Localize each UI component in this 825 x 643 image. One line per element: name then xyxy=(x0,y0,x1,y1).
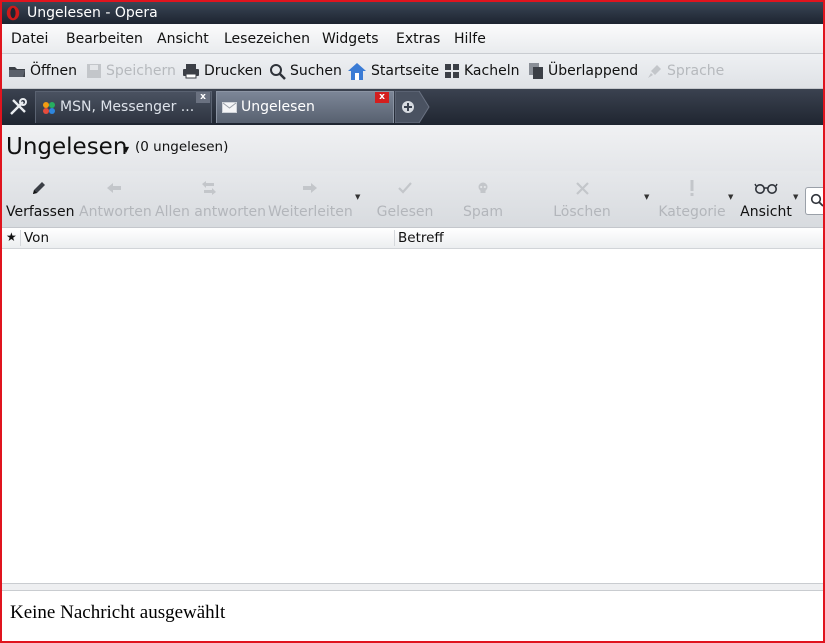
menu-datei[interactable]: Datei xyxy=(11,31,48,47)
cascade-icon xyxy=(529,63,543,79)
view-heading: Ungelesen ▼ (0 ungelesen) xyxy=(2,125,823,171)
house-icon xyxy=(348,62,366,80)
microphone-icon xyxy=(648,65,661,78)
column-divider[interactable] xyxy=(20,230,21,246)
view-options-label: Ansicht xyxy=(740,204,792,220)
mark-read-button[interactable]: Gelesen xyxy=(374,177,436,225)
delete-button[interactable]: Löschen xyxy=(549,177,615,225)
spam-button[interactable]: Spam xyxy=(457,177,509,225)
view-options-dropdown-icon[interactable]: ▼ xyxy=(793,193,798,201)
mail-toolbar: Verfassen Antworten Allen antworten Weit… xyxy=(2,171,823,228)
panel-toggle-button[interactable] xyxy=(4,91,32,123)
open-button[interactable]: Öffnen xyxy=(8,54,77,88)
search-label: Suchen xyxy=(290,63,342,79)
compose-button[interactable]: Verfassen xyxy=(6,177,75,225)
menu-extras[interactable]: Extras xyxy=(396,31,440,47)
folder-icon xyxy=(9,67,25,77)
menu-lesezeichen[interactable]: Lesezeichen xyxy=(224,31,310,47)
exclamation-icon xyxy=(690,180,694,196)
title-bar[interactable]: Ungelesen - Opera xyxy=(2,2,823,24)
reply-label: Antworten xyxy=(79,204,152,220)
tile-button[interactable]: Kacheln xyxy=(444,54,519,88)
column-header-subject[interactable]: Betreff xyxy=(398,230,444,246)
opera-logo-icon xyxy=(6,5,20,21)
view-title[interactable]: Ungelesen xyxy=(6,134,127,160)
tab-msn-close-button[interactable]: x xyxy=(196,92,210,103)
opera-window: Ungelesen - Opera Datei Bearbeiten Ansic… xyxy=(0,0,825,643)
cascade-button[interactable]: Überlappend xyxy=(528,54,638,88)
message-list-header: ★ Von Betreff xyxy=(2,228,823,249)
category-dropdown-icon[interactable]: ▼ xyxy=(728,193,733,201)
view-title-dropdown-icon[interactable]: ▼ xyxy=(123,145,129,154)
category-button[interactable]: Kategorie xyxy=(656,177,728,225)
menu-ansicht[interactable]: Ansicht xyxy=(157,31,209,47)
reply-arrow-icon xyxy=(107,183,121,193)
glasses-icon xyxy=(754,183,778,194)
home-button[interactable]: Startseite xyxy=(347,54,439,88)
menu-bar: Datei Bearbeiten Ansicht Lesezeichen Wid… xyxy=(2,24,823,54)
new-tab-button[interactable] xyxy=(395,91,431,123)
forward-label: Weiterleiten xyxy=(268,204,353,220)
tab-msn-label: MSN, Messenger ... xyxy=(60,99,195,115)
tab-ungelesen-close-button[interactable]: x xyxy=(375,92,389,103)
voice-button[interactable]: Sprache xyxy=(647,54,724,88)
tab-msn[interactable]: MSN, Messenger ... x xyxy=(35,91,212,123)
menu-bearbeiten[interactable]: Bearbeiten xyxy=(66,31,143,47)
window-title: Ungelesen - Opera xyxy=(27,5,158,21)
pane-splitter[interactable] xyxy=(2,583,823,591)
open-label: Öffnen xyxy=(30,63,78,79)
save-button[interactable]: Speichern xyxy=(86,54,176,88)
forward-dropdown-icon[interactable]: ▼ xyxy=(355,193,360,201)
tile-label: Kacheln xyxy=(464,63,520,79)
tab-ungelesen[interactable]: Ungelesen x xyxy=(216,91,394,123)
skull-icon xyxy=(478,182,488,193)
magnifier-icon xyxy=(270,63,286,80)
forward-button[interactable]: Weiterleiten xyxy=(268,177,353,225)
reply-all-icon xyxy=(202,181,216,195)
delete-dropdown-icon[interactable]: ▼ xyxy=(644,193,649,201)
print-button[interactable]: Drucken xyxy=(182,54,262,88)
message-preview-pane: Keine Nachricht ausgewählt xyxy=(2,591,823,641)
mail-search-input[interactable] xyxy=(805,187,823,215)
envelope-icon xyxy=(222,102,237,113)
forward-arrow-icon xyxy=(303,183,317,193)
no-message-selected-text: Keine Nachricht ausgewählt xyxy=(10,602,226,623)
tab-ungelesen-label: Ungelesen xyxy=(241,99,315,115)
cascade-label: Überlappend xyxy=(548,63,639,79)
reply-button[interactable]: Antworten xyxy=(79,177,152,225)
voice-label: Sprache xyxy=(667,63,725,79)
main-toolbar: Öffnen Speichern Drucken Suchen Startsei… xyxy=(2,54,823,89)
spam-label: Spam xyxy=(463,204,503,220)
x-icon xyxy=(575,181,589,195)
print-label: Drucken xyxy=(204,63,263,79)
column-divider[interactable] xyxy=(394,230,395,246)
star-column-header-icon[interactable]: ★ xyxy=(6,230,17,244)
reply-all-label: Allen antworten xyxy=(155,204,266,220)
menu-hilfe[interactable]: Hilfe xyxy=(454,31,486,47)
tools-icon xyxy=(10,98,27,115)
reply-all-button[interactable]: Allen antworten xyxy=(155,177,266,225)
checkmark-icon xyxy=(398,182,412,194)
message-list[interactable] xyxy=(2,249,823,583)
delete-label: Löschen xyxy=(553,204,611,220)
view-options-button[interactable]: Ansicht xyxy=(739,177,793,225)
msn-butterfly-icon xyxy=(43,102,55,114)
tab-bar: MSN, Messenger ... x Ungelesen x xyxy=(2,89,823,125)
unread-count: (0 ungelesen) xyxy=(135,139,229,155)
menu-widgets[interactable]: Widgets xyxy=(322,31,379,47)
pencil-icon xyxy=(33,182,45,194)
printer-icon xyxy=(183,64,199,79)
compose-label: Verfassen xyxy=(6,204,75,220)
search-icon xyxy=(810,193,823,207)
tile-icon xyxy=(445,64,459,78)
category-label: Kategorie xyxy=(658,204,726,220)
mark-read-label: Gelesen xyxy=(376,204,434,220)
search-button[interactable]: Suchen xyxy=(269,54,342,88)
home-label: Startseite xyxy=(371,63,440,79)
column-header-from[interactable]: Von xyxy=(24,230,49,246)
floppy-icon xyxy=(87,64,101,78)
save-label: Speichern xyxy=(106,63,176,79)
